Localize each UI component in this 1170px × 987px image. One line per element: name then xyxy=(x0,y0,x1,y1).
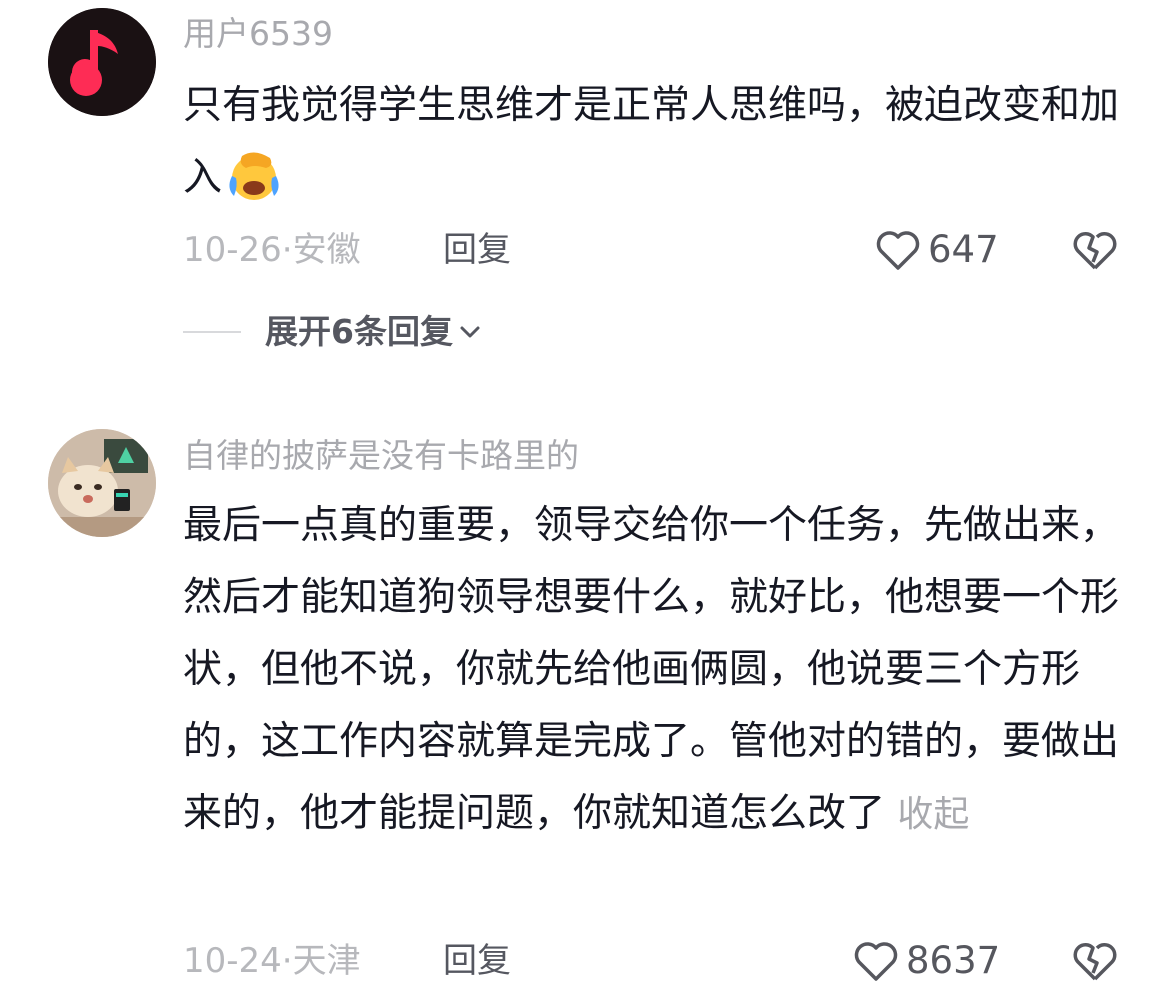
expand-replies-label[interactable]: 展开6条回复 xyxy=(265,308,453,356)
comment-text: 只有我觉得学生思维才是正常人思维吗，被迫改变和加入 xyxy=(183,70,1123,214)
face-palm-crying-icon xyxy=(229,152,279,200)
reply-button[interactable]: 回复 xyxy=(443,937,511,985)
heart-outline-icon xyxy=(854,942,898,981)
broken-heart-icon[interactable] xyxy=(1071,226,1119,274)
comment-meta: 10-24·天津 回复 xyxy=(183,937,511,985)
like-button[interactable]: 8637 xyxy=(852,937,1000,985)
collapse-link[interactable]: 收起 xyxy=(897,794,969,835)
username[interactable]: 自律的披萨是没有卡路里的 xyxy=(183,436,579,476)
like-count: 8637 xyxy=(906,939,1001,982)
avatar[interactable] xyxy=(48,8,156,116)
like-button[interactable]: 647 xyxy=(874,226,999,274)
heart-outline-icon xyxy=(876,231,920,270)
comment-text-body: 最后一点真的重要，领导交给你一个任务，先做出来，然后才能知道狗领导想要什么，就好… xyxy=(183,503,1120,836)
chevron-down-icon xyxy=(460,326,480,338)
divider-line xyxy=(183,331,241,333)
broken-heart-icon[interactable] xyxy=(1071,937,1119,985)
like-count: 647 xyxy=(928,228,999,271)
comment-text: 最后一点真的重要，领导交给你一个任务，先做出来，然后才能知道狗领导想要什么，就好… xyxy=(183,490,1123,851)
avatar[interactable] xyxy=(48,429,156,537)
reply-button[interactable]: 回复 xyxy=(443,226,511,274)
comment-text-body: 只有我觉得学生思维才是正常人思维吗，被迫改变和加入 xyxy=(183,83,1120,200)
comment-meta: 10-26·安徽 回复 xyxy=(183,226,511,274)
username[interactable]: 用户6539 xyxy=(183,14,333,54)
date-location: 10-24·天津 xyxy=(183,941,361,981)
music-note-icon xyxy=(48,8,156,116)
expand-replies[interactable]: 展开6条回复 xyxy=(183,308,483,356)
cat-avatar-icon xyxy=(48,429,156,537)
date-location: 10-26·安徽 xyxy=(183,230,361,270)
